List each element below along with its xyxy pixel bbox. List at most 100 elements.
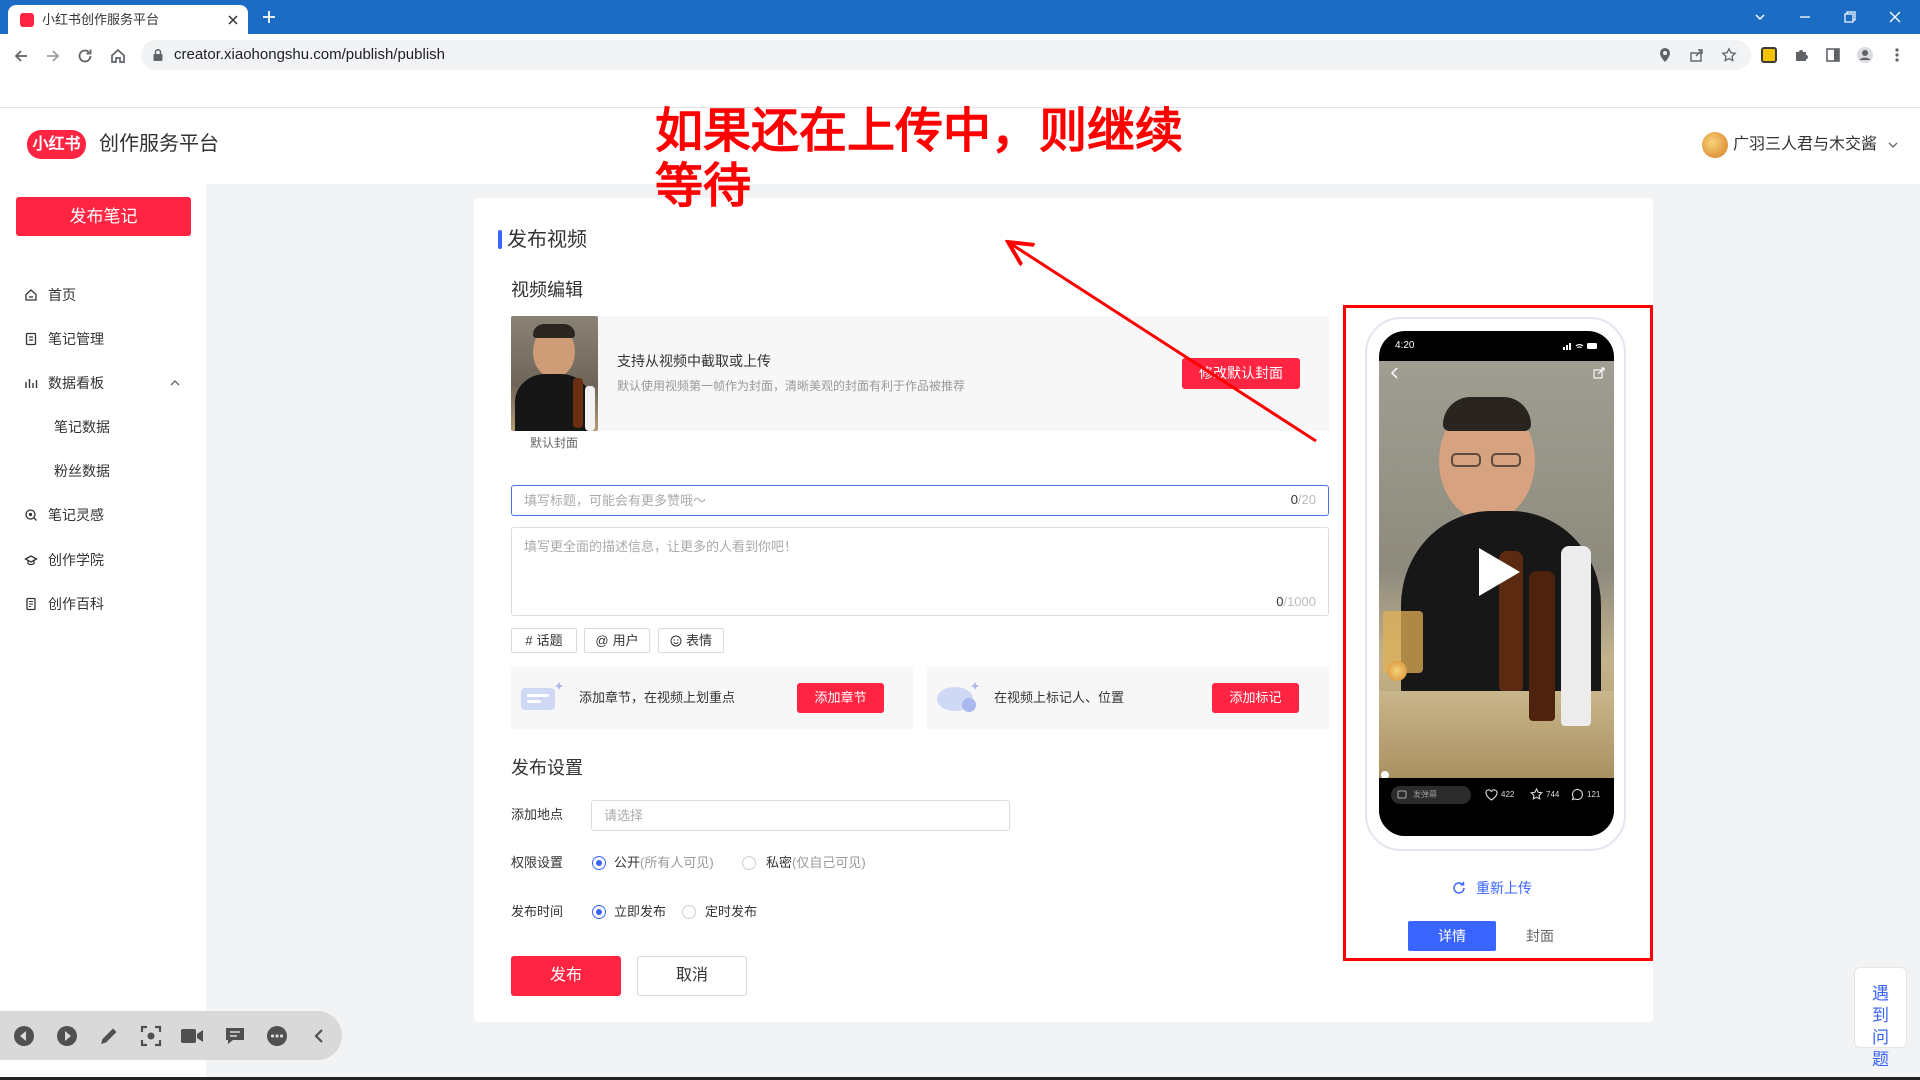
browser-tab[interactable]: 小红书创作服务平台 <box>8 5 248 34</box>
mark-text: 在视频上标记人、位置 <box>994 690 1125 705</box>
tab-search-chevron-icon[interactable] <box>1749 6 1771 28</box>
chapter-card: 添加章节，在视频上划重点 添加章节 <box>511 667 913 729</box>
publish-time-label: 发布时间 <box>511 904 564 919</box>
topic-tag-button[interactable]: # 话题 <box>511 628 577 653</box>
ai-extension-icon[interactable] <box>1758 44 1780 66</box>
add-chapter-button[interactable]: 添加章节 <box>797 683 884 713</box>
xiaohongshu-logo[interactable]: 小红书 <box>27 130 86 159</box>
chevron-up-icon[interactable] <box>167 375 183 391</box>
play-circle-icon[interactable] <box>54 1023 79 1048</box>
address-bar[interactable]: creator.xiaohongshu.com/publish/publish <box>141 40 1751 70</box>
location-input[interactable] <box>604 801 994 830</box>
mark-card: 在视频上标记人、位置 添加标记 <box>927 667 1329 729</box>
platform-title: 创作服务平台 <box>99 133 219 155</box>
puzzle-extensions-icon[interactable] <box>1790 44 1812 66</box>
title-counter: 0/20 <box>1290 492 1316 507</box>
sidebar-item-label: 数据看板 <box>48 375 104 391</box>
profile-icon[interactable] <box>1854 44 1876 66</box>
collapse-chevron-icon[interactable] <box>306 1023 331 1048</box>
cover-thumbnail[interactable] <box>511 316 598 431</box>
radio-public-label[interactable]: 公开(所有人可见) <box>614 853 714 873</box>
home-icon[interactable] <box>106 44 130 68</box>
side-panel-icon[interactable] <box>1822 44 1844 66</box>
sidebar-item-label: 笔记灵感 <box>48 507 104 523</box>
tab-close-icon[interactable] <box>226 13 240 27</box>
video-edit-title: 视频编辑 <box>511 280 583 300</box>
radio-public[interactable] <box>592 856 606 870</box>
sidebar-item-fan-data[interactable]: 粉丝数据 <box>0 459 206 483</box>
publish-settings-title: 发布设置 <box>511 758 583 778</box>
radio-publish-now-label[interactable]: 立即发布 <box>614 902 666 922</box>
thumbnail-bottle <box>573 378 583 428</box>
share-icon[interactable] <box>1688 46 1706 64</box>
pen-icon[interactable] <box>96 1023 121 1048</box>
page-title: 发布视频 <box>507 229 587 251</box>
url-text[interactable]: creator.xiaohongshu.com/publish/publish <box>174 40 445 70</box>
add-mark-button[interactable]: 添加标记 <box>1212 683 1299 713</box>
emoji-button[interactable]: 表情 <box>658 628 724 653</box>
publish-button[interactable]: 发布 <box>511 956 621 996</box>
cover-hint: 默认使用视频第一帧作为封面，清晰美观的封面有利于作品被推荐 <box>617 379 966 393</box>
smiley-icon <box>670 635 682 647</box>
avatar[interactable] <box>1702 132 1728 158</box>
reload-icon[interactable] <box>73 44 97 68</box>
description-input[interactable] <box>524 536 1304 586</box>
sidebar-item-label: 首页 <box>48 287 76 303</box>
sidebar-item-dashboard[interactable]: 数据看板 <box>0 371 206 395</box>
previous-icon[interactable] <box>11 1023 36 1048</box>
edit-cover-button[interactable]: 修改默认封面 <box>1182 358 1300 389</box>
screenshot-icon[interactable] <box>138 1023 163 1048</box>
sidebar: 发布笔记 首页 笔记管理 数据看板 笔记数据 粉丝数据 笔记灵感 创作学院 创作… <box>0 184 206 1077</box>
sidebar-item-notes[interactable]: 笔记管理 <box>0 327 206 351</box>
location-label: 添加地点 <box>511 807 564 822</box>
back-arrow-icon[interactable] <box>9 44 33 68</box>
location-select[interactable] <box>591 800 1010 831</box>
sidebar-item-label: 笔记管理 <box>48 331 104 347</box>
heading-accent-bar <box>498 230 502 249</box>
chevron-down-icon[interactable] <box>1885 137 1901 153</box>
sidebar-item-academy[interactable]: 创作学院 <box>0 548 206 572</box>
location-pin-icon[interactable] <box>1656 46 1674 64</box>
cover-caption: 默认封面 <box>530 436 579 450</box>
restore-icon[interactable] <box>1839 6 1861 28</box>
academy-icon <box>24 553 38 567</box>
radio-scheduled-label[interactable]: 定时发布 <box>705 902 757 922</box>
help-button[interactable]: 遇到问题 <box>1854 967 1907 1069</box>
cancel-button[interactable]: 取消 <box>637 956 747 996</box>
forward-arrow-icon[interactable] <box>41 44 65 68</box>
description-counter: 0/1000 <box>1276 594 1316 609</box>
publish-note-button[interactable]: 发布笔记 <box>16 197 191 236</box>
sidebar-item-note-data[interactable]: 笔记数据 <box>0 415 206 439</box>
close-window-icon[interactable] <box>1884 6 1906 28</box>
more-icon[interactable] <box>264 1023 289 1048</box>
sidebar-item-inspiration[interactable]: 笔记灵感 <box>0 503 206 527</box>
video-camera-icon[interactable] <box>179 1023 204 1048</box>
radio-publish-now[interactable] <box>592 905 606 919</box>
sidebar-item-home[interactable]: 首页 <box>0 283 206 307</box>
annotation-toolbar <box>0 1011 342 1060</box>
title-input-field[interactable]: 0/20 <box>511 485 1329 516</box>
lock-icon[interactable] <box>151 48 165 62</box>
radio-private[interactable] <box>742 856 756 870</box>
book-icon <box>24 597 38 611</box>
browser-tab-strip: 小红书创作服务平台 <box>0 0 1920 34</box>
minimize-icon[interactable] <box>1794 6 1816 28</box>
new-tab-icon[interactable] <box>260 8 278 26</box>
star-bookmark-icon[interactable] <box>1720 46 1738 64</box>
mark-illustration-icon <box>933 679 983 715</box>
username[interactable]: 广羽三人君与木交酱 <box>1733 130 1877 160</box>
title-input[interactable] <box>524 486 1224 515</box>
browser-menu-icon[interactable] <box>1886 44 1908 66</box>
annotation-line-1: 如果还在上传中，则继续 <box>655 105 1184 158</box>
mention-user-button[interactable]: @ 用户 <box>584 628 650 653</box>
chapter-text: 添加章节，在视频上划重点 <box>579 690 736 705</box>
inspiration-icon <box>24 508 38 522</box>
comment-bubble-icon[interactable] <box>222 1023 247 1048</box>
sidebar-item-wiki[interactable]: 创作百科 <box>0 592 206 616</box>
tab-title: 小红书创作服务平台 <box>42 12 160 27</box>
description-field[interactable]: 0/1000 <box>511 527 1329 616</box>
radio-private-label[interactable]: 私密(仅自己可见) <box>766 853 866 873</box>
chapter-illustration-icon <box>519 680 565 714</box>
radio-scheduled[interactable] <box>682 905 696 919</box>
cover-title: 支持从视频中截取或上传 <box>617 353 771 369</box>
